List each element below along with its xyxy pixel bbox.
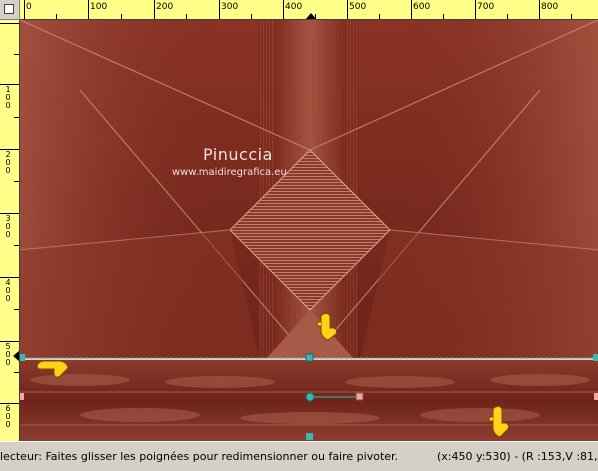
top-ruler-label: 300 <box>221 2 239 12</box>
left-ruler-label-300: 300 <box>5 214 11 239</box>
right-handle[interactable] <box>593 354 598 361</box>
status-message: lecteur: Faites glisser les poignées pou… <box>0 450 399 463</box>
right-mid-handle[interactable] <box>594 393 598 400</box>
ruler-position-marker <box>13 350 19 362</box>
top-ruler-label: 200 <box>156 2 174 12</box>
left-ruler-label-600: 600 <box>5 404 11 429</box>
top-center-handle[interactable] <box>305 353 314 362</box>
center-pivot-handle[interactable] <box>305 392 315 402</box>
image-canvas[interactable]: Pinuccia www.maidiregrafica.eu <box>20 20 598 441</box>
left-ruler[interactable]: 100 200 300 400 500 600 <box>0 20 20 441</box>
top-ruler[interactable]: 0 100 200 300 400 500 600 700 800 <box>20 0 598 20</box>
top-ruler-label: 100 <box>90 2 108 12</box>
left-ruler-label-100: 100 <box>5 85 11 110</box>
ruler-corner-box <box>4 4 14 14</box>
left-handle[interactable] <box>20 354 25 361</box>
rotation-handle[interactable] <box>355 392 364 401</box>
bottom-center-handle[interactable] <box>306 433 313 440</box>
status-bar: lecteur: Faites glisser les poignées pou… <box>0 441 598 471</box>
pointing-hand-down-icon <box>316 312 338 341</box>
top-ruler-label: 0 <box>26 2 32 12</box>
transform-handles[interactable] <box>20 20 598 441</box>
left-mid-handle[interactable] <box>20 393 24 400</box>
pointing-hand-left-icon <box>36 360 69 378</box>
pointing-hand-down-icon <box>488 405 510 438</box>
left-ruler-label-200: 200 <box>5 150 11 175</box>
top-ruler-label: 400 <box>285 2 303 12</box>
left-ruler-label-500: 500 <box>5 342 11 367</box>
ruler-corner <box>0 0 20 20</box>
top-ruler-label: 700 <box>477 2 495 12</box>
top-ruler-label: 800 <box>541 2 559 12</box>
top-ruler-label: 500 <box>349 2 367 12</box>
top-ruler-label: 600 <box>413 2 431 12</box>
cursor-coordinates: (x:450 y:530) - (R :153,V :81,B :0 <box>437 450 598 463</box>
left-ruler-label-400: 400 <box>5 278 11 303</box>
